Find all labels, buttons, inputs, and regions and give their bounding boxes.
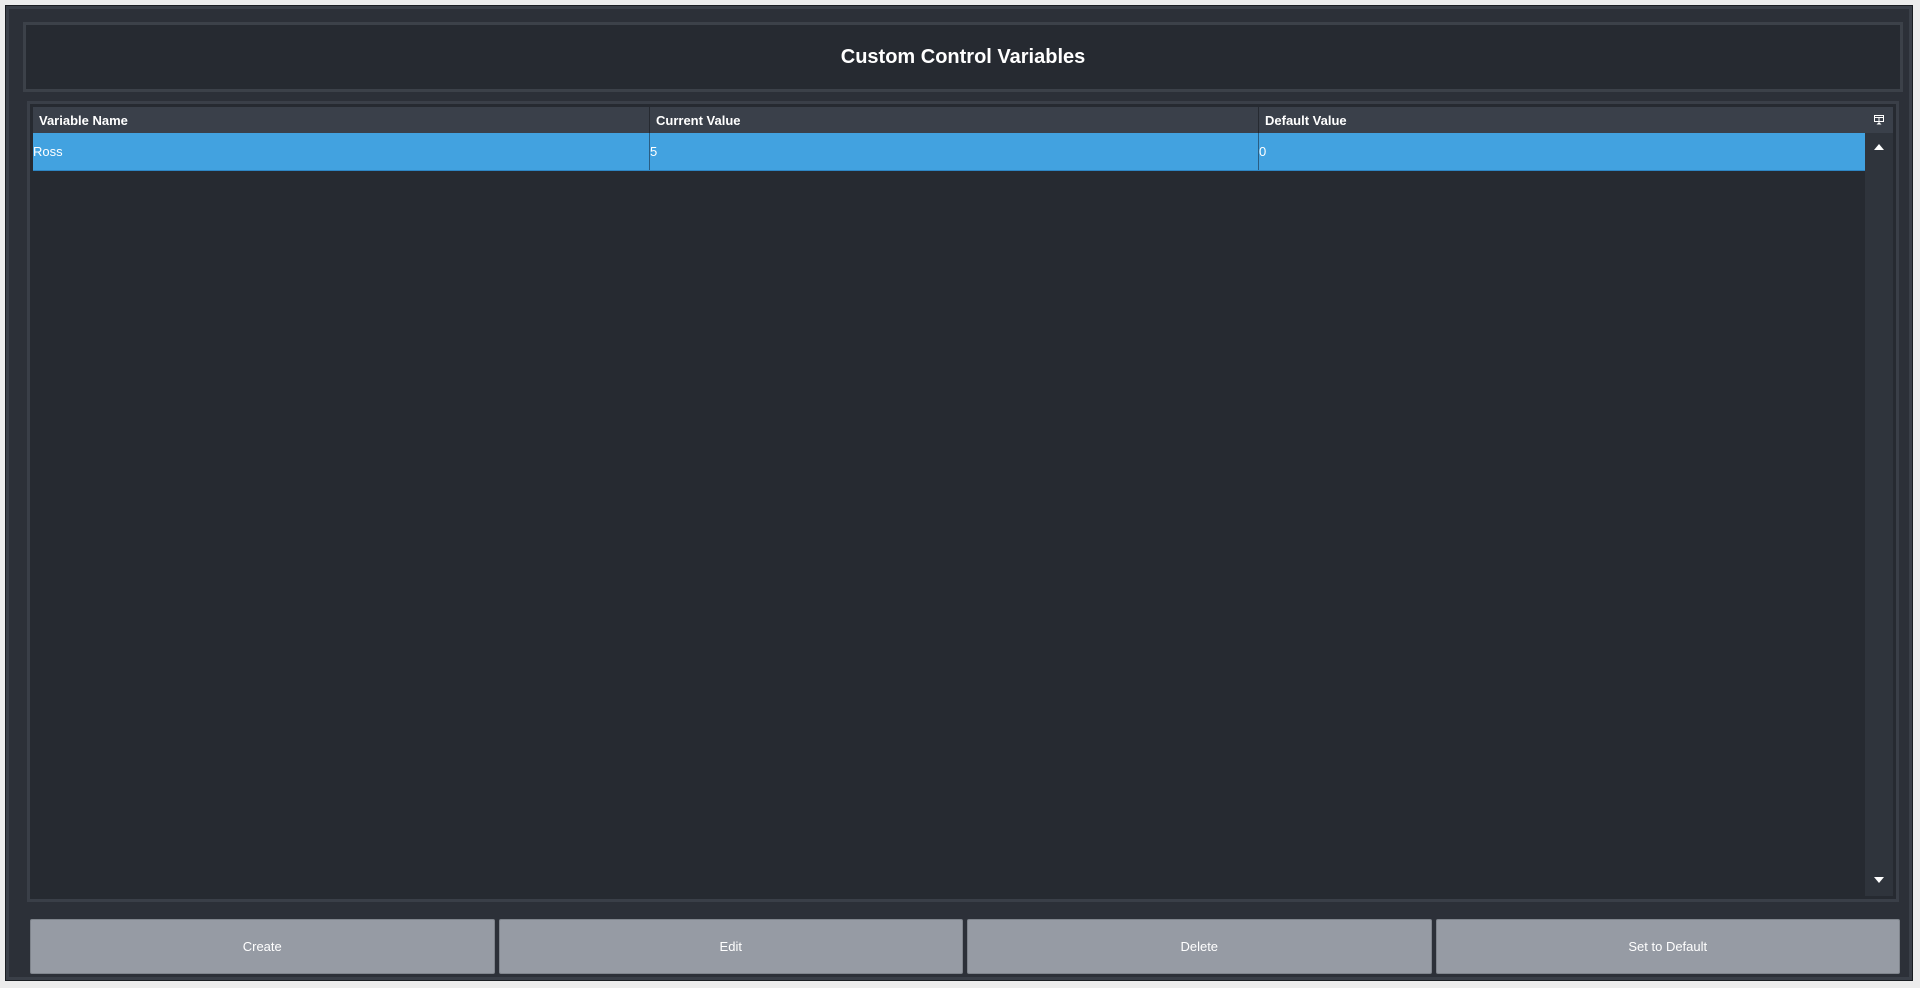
table-body: Ross 5 0 (33, 133, 1867, 896)
cell-variable-name: Ross (33, 133, 650, 170)
variables-table: Variable Name Current Value Default Valu… (27, 101, 1899, 902)
table-row[interactable]: Ross 5 0 (33, 133, 1867, 171)
column-chooser-glyph (1874, 115, 1884, 125)
create-button[interactable]: Create (30, 919, 495, 974)
cell-default-value: 0 (1259, 144, 1267, 159)
set-to-default-button[interactable]: Set to Default (1435, 919, 1900, 974)
scroll-down-arrow-icon[interactable] (1865, 870, 1893, 890)
table-header: Variable Name Current Value Default Valu… (33, 107, 1867, 133)
page-title: Custom Control Variables (840, 45, 1086, 68)
column-chooser-icon[interactable] (1865, 107, 1893, 133)
cell-current-value: 5 (650, 133, 1259, 170)
column-header-default-value[interactable]: Default Value (1259, 107, 1867, 133)
title-bar: Custom Control Variables (23, 22, 1903, 92)
vertical-scrollbar[interactable] (1865, 107, 1893, 896)
dialog-window: Custom Control Variables Variable Name C… (5, 5, 1913, 981)
column-header-variable-name[interactable]: Variable Name (33, 107, 650, 133)
action-button-bar: Create Edit Delete Set to Default (30, 919, 1900, 974)
column-header-current-value[interactable]: Current Value (650, 107, 1259, 133)
delete-button[interactable]: Delete (967, 919, 1432, 974)
edit-button[interactable]: Edit (498, 919, 963, 974)
scroll-up-arrow-icon[interactable] (1865, 137, 1893, 157)
